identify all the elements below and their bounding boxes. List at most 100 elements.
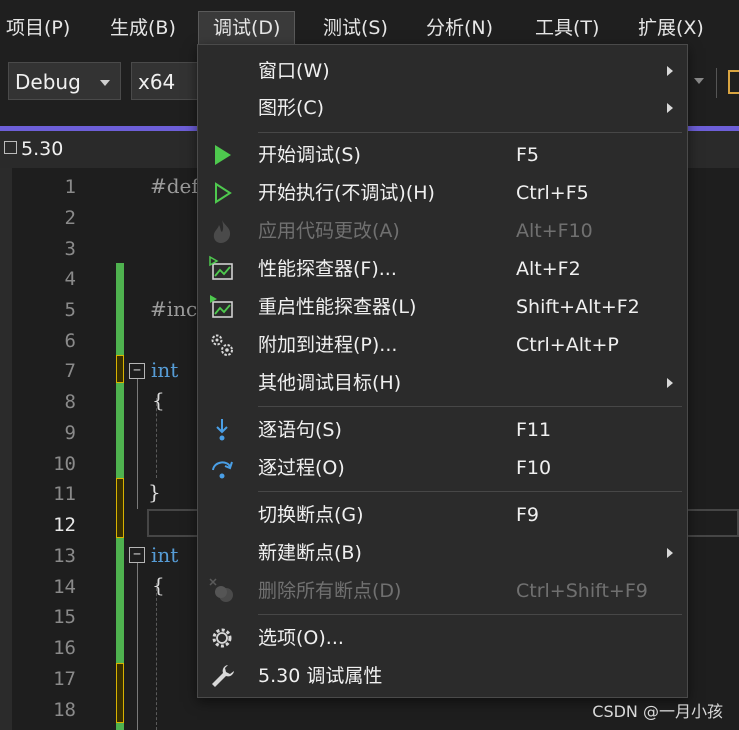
play-filled-icon	[215, 145, 231, 165]
menu-item-graphics[interactable]: 图形(C)	[198, 90, 687, 126]
menu-build[interactable]: 生成(B)	[110, 12, 176, 46]
menu-item-label: 窗口(W)	[258, 60, 330, 82]
menu-item-label: 切换断点(G)	[258, 504, 364, 526]
configuration-value: Debug	[15, 70, 81, 94]
code-line-14: {	[152, 573, 165, 597]
menu-separator	[258, 491, 682, 492]
collapse-icon[interactable]: −	[129, 363, 145, 379]
menu-item-performance-profiler[interactable]: 性能探查器(F)... Alt+F2	[198, 251, 687, 287]
line-number: 10	[53, 453, 76, 475]
code-line-7: int	[151, 358, 179, 382]
indent-guide	[156, 583, 157, 730]
menu-item-debug-properties[interactable]: 5.30 调试属性	[198, 658, 687, 694]
step-into-icon	[216, 419, 228, 441]
menu-item-shortcut: Alt+F2	[516, 258, 581, 280]
submenu-arrow-icon	[667, 378, 673, 388]
menu-item-label: 附加到进程(P)...	[258, 334, 398, 356]
line-number: 8	[64, 391, 76, 413]
code-line-5: #inc	[150, 297, 198, 321]
collapse-icon[interactable]: −	[129, 547, 145, 563]
menu-item-shortcut: F5	[516, 144, 540, 166]
configuration-dropdown[interactable]: Debug	[8, 62, 121, 100]
menu-debug[interactable]: 调试(D)	[198, 11, 296, 48]
menu-item-shortcut: F10	[516, 457, 552, 479]
gears-icon	[211, 334, 233, 356]
submenu-arrow-icon	[667, 66, 673, 76]
menu-item-label: 开始执行(不调试)(H)	[258, 182, 435, 204]
wrench-icon	[212, 665, 234, 687]
menu-item-label: 应用代码更改(A)	[258, 220, 400, 242]
menu-item-new-breakpoint[interactable]: 新建断点(B)	[198, 535, 687, 571]
menu-separator	[258, 132, 682, 133]
menu-item-options[interactable]: 选项(O)...	[198, 620, 687, 656]
change-marker	[116, 478, 124, 538]
menu-item-attach-to-process[interactable]: 附加到进程(P)... Ctrl+Alt+P	[198, 327, 687, 363]
line-number: 9	[64, 422, 76, 444]
menu-item-shortcut: F11	[516, 419, 552, 441]
editor-left-margin	[0, 168, 12, 730]
debug-menu-dropdown: 窗口(W) 图形(C) 开始调试(S) F5 开始执行(不调试)(H) Ctrl…	[197, 44, 688, 698]
menu-item-apply-code-changes[interactable]: 应用代码更改(A) Alt+F10	[198, 213, 687, 249]
chevron-down-icon[interactable]	[694, 78, 704, 84]
code-line-1: #def	[150, 174, 199, 198]
menu-item-step-over[interactable]: 逐过程(O) F10	[198, 450, 687, 486]
chevron-down-icon	[100, 80, 110, 86]
file-icon	[4, 141, 17, 154]
menu-tools[interactable]: 工具(T)	[535, 12, 599, 46]
delete-breakpoints-icon	[209, 578, 233, 602]
menu-item-shortcut: Ctrl+Shift+F9	[516, 580, 648, 602]
toolbar-divider	[716, 68, 717, 98]
menu-item-label: 5.30 调试属性	[258, 665, 383, 687]
line-number: 13	[53, 545, 76, 567]
profiler-chart-icon	[209, 255, 233, 280]
menu-item-start-debugging[interactable]: 开始调试(S) F5	[198, 137, 687, 173]
menu-item-relaunch-profiler[interactable]: 重启性能探查器(L) Shift+Alt+F2	[198, 289, 687, 325]
code-line-8: {	[152, 388, 165, 412]
gear-icon	[212, 628, 232, 648]
menu-item-label: 性能探查器(F)...	[258, 258, 397, 280]
line-number: 7	[64, 360, 76, 382]
document-tab[interactable]: 5.30	[0, 131, 63, 168]
menu-item-delete-all-breakpoints[interactable]: 删除所有断点(D) Ctrl+Shift+F9	[198, 573, 687, 609]
flame-icon	[213, 220, 231, 243]
folder-icon[interactable]	[728, 70, 739, 94]
menu-test[interactable]: 测试(S)	[323, 12, 388, 46]
menu-item-label: 选项(O)...	[258, 627, 344, 649]
line-number: 2	[64, 207, 76, 229]
menu-item-windows[interactable]: 窗口(W)	[198, 53, 687, 89]
submenu-arrow-icon	[667, 548, 673, 558]
menu-item-start-without-debugging[interactable]: 开始执行(不调试)(H) Ctrl+F5	[198, 175, 687, 211]
code-line-11: }	[148, 480, 161, 504]
outline-guide	[137, 379, 138, 509]
submenu-arrow-icon	[667, 103, 673, 113]
watermark: CSDN @一月小孩	[592, 702, 723, 721]
code-line-13: int	[151, 543, 179, 567]
menu-item-shortcut: Shift+Alt+F2	[516, 296, 640, 318]
menu-item-label: 开始调试(S)	[258, 144, 361, 166]
menu-item-shortcut: Alt+F10	[516, 220, 593, 242]
menu-separator	[258, 614, 682, 615]
line-number: 3	[64, 238, 76, 260]
line-number: 18	[53, 699, 76, 721]
menu-item-step-into[interactable]: 逐语句(S) F11	[198, 412, 687, 448]
line-number: 1	[64, 176, 76, 198]
menu-analyze[interactable]: 分析(N)	[426, 12, 493, 46]
play-outline-icon	[215, 182, 232, 204]
menu-item-label: 删除所有断点(D)	[258, 580, 402, 602]
menu-item-toggle-breakpoint[interactable]: 切换断点(G) F9	[198, 497, 687, 533]
document-tab-title: 5.30	[21, 138, 64, 160]
menu-item-other-debug-targets[interactable]: 其他调试目标(H)	[198, 365, 687, 401]
change-marker	[116, 355, 124, 383]
profiler-restart-icon	[210, 295, 233, 318]
step-over-icon	[212, 461, 233, 479]
line-number: 14	[53, 576, 76, 598]
line-number: 4	[64, 268, 76, 290]
menu-item-label: 重启性能探查器(L)	[258, 296, 417, 318]
menu-item-label: 新建断点(B)	[258, 542, 362, 564]
line-number: 6	[64, 330, 76, 352]
menu-item-label: 其他调试目标(H)	[258, 372, 402, 394]
menu-separator	[258, 406, 682, 407]
menu-extensions[interactable]: 扩展(X)	[638, 12, 704, 46]
menu-item-shortcut: F9	[516, 504, 540, 526]
menu-project[interactable]: 项目(P)	[6, 12, 70, 46]
